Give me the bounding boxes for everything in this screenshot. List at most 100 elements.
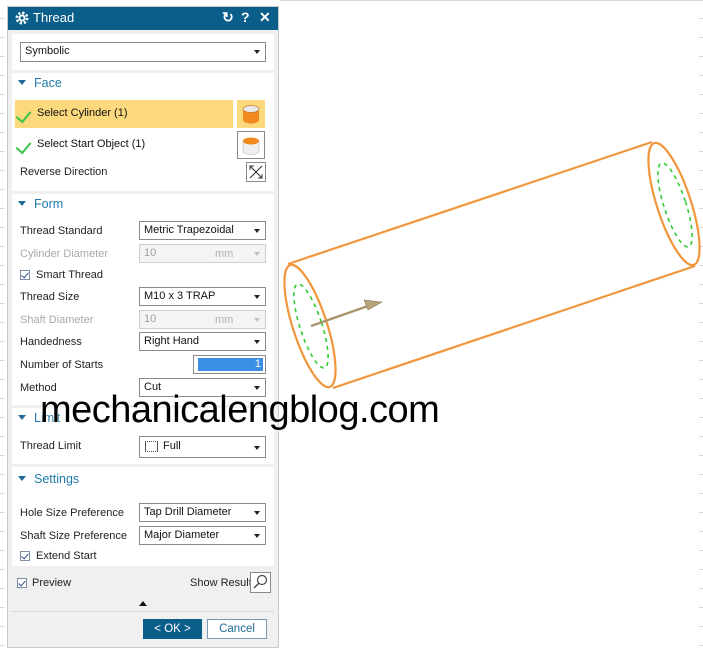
face-section: Face Select Cylinder (1) Select Start Ob… — [12, 73, 274, 191]
thread-size-select[interactable]: M10 x 3 TRAP — [139, 287, 266, 306]
ruler-tick — [0, 607, 4, 608]
chevron-down-icon — [254, 50, 260, 54]
ruler-tick — [0, 493, 4, 494]
collapse-footer-arrow[interactable] — [139, 601, 147, 606]
thread-limit-label: Thread Limit — [20, 440, 82, 452]
cylinder-diameter-field: 10 mm — [139, 244, 266, 263]
ruler-tick — [0, 569, 4, 570]
ruler-tick — [0, 512, 4, 513]
select-cylinder-row[interactable]: Select Cylinder (1) — [15, 100, 233, 128]
chevron-down-icon — [254, 534, 260, 538]
select-start-object-row[interactable]: Select Start Object (1) — [15, 131, 233, 159]
ruler-tick — [0, 303, 4, 304]
thread-limit-select[interactable]: Full — [139, 436, 266, 458]
cylinder-diameter-label: Cylinder Diameter — [20, 248, 109, 260]
shaft-diameter-label: Shaft Diameter — [20, 314, 94, 326]
thread-standard-select[interactable]: Metric Trapezoidal — [139, 221, 266, 240]
ruler-tick — [0, 645, 4, 646]
chevron-down-icon — [254, 318, 260, 322]
form-section: Form Thread Standard Metric Trapezoidal … — [12, 194, 274, 405]
start-face-icon — [242, 137, 260, 155]
ruler-tick — [0, 208, 4, 209]
left-ruler — [0, 0, 6, 653]
thread-symbol — [293, 162, 693, 369]
collapse-triangle-icon — [18, 415, 26, 421]
dialog-titlebar[interactable]: Thread ↻ ? ✕ — [8, 7, 278, 30]
chevron-down-icon — [254, 340, 260, 344]
ruler-tick — [0, 265, 4, 266]
show-result-button[interactable] — [250, 572, 271, 593]
type-section: Symbolic — [12, 34, 274, 70]
cylinder-face-icon — [242, 105, 260, 124]
settings-section: Settings Hole Size Preference Tap Drill … — [12, 467, 274, 566]
select-start-object-button[interactable] — [237, 131, 265, 159]
ruler-tick — [0, 284, 4, 285]
reverse-direction-button[interactable] — [246, 162, 266, 182]
number-of-starts-label: Number of Starts — [20, 359, 104, 371]
ruler-tick — [0, 94, 4, 95]
collapse-triangle-icon — [18, 476, 26, 482]
chevron-down-icon — [254, 252, 260, 256]
show-result-label: Show Result — [190, 577, 252, 589]
chevron-down-icon — [254, 229, 260, 233]
thread-type-select[interactable]: Symbolic — [20, 42, 266, 62]
extend-start-checkbox[interactable] — [20, 551, 30, 561]
handedness-label: Handedness — [20, 336, 82, 348]
reset-icon[interactable]: ↻ — [222, 9, 234, 26]
cylinder-bottom-edge — [332, 264, 696, 390]
ruler-tick — [0, 113, 4, 114]
shaft-size-preference-select[interactable]: Major Diameter — [139, 526, 266, 545]
cylinder-body[interactable] — [280, 138, 703, 392]
preview-checkbox[interactable] — [17, 578, 27, 588]
ruler-tick — [0, 360, 4, 361]
number-of-starts-value: 1 — [198, 358, 263, 371]
ok-button[interactable]: < OK > — [143, 619, 202, 639]
collapse-triangle-icon — [18, 201, 26, 207]
dialog-title: Thread — [33, 10, 75, 25]
ruler-tick — [0, 531, 4, 532]
magnifier-icon — [253, 574, 268, 589]
shaft-diameter-field: 10 mm — [139, 310, 266, 329]
ruler-tick — [0, 474, 4, 475]
direction-vector-arrow[interactable] — [310, 299, 383, 328]
ruler-tick — [0, 37, 4, 38]
handedness-select[interactable]: Right Hand — [139, 332, 266, 351]
face-section-header[interactable]: Face — [18, 76, 62, 90]
form-section-header[interactable]: Form — [18, 197, 63, 211]
smart-thread-checkbox[interactable] — [20, 270, 30, 280]
ruler-tick — [0, 436, 4, 437]
ruler-tick — [0, 379, 4, 380]
ruler-tick — [0, 417, 4, 418]
ruler-tick — [0, 227, 4, 228]
ruler-tick — [0, 189, 4, 190]
collapse-triangle-icon — [18, 80, 26, 86]
thread-size-label: Thread Size — [20, 291, 80, 303]
cancel-button[interactable]: Cancel — [207, 619, 267, 639]
footer-divider — [12, 611, 274, 612]
number-of-starts-input[interactable]: 1 — [193, 355, 266, 374]
thread-standard-label: Thread Standard — [20, 225, 103, 237]
thread-dialog: Thread ↻ ? ✕ Symbolic Face Select Cylind… — [7, 6, 279, 648]
cylinder-top-edge — [287, 140, 653, 266]
ruler-tick — [0, 341, 4, 342]
preview-label: Preview — [32, 577, 72, 589]
ruler-tick — [0, 455, 4, 456]
select-cylinder-button[interactable] — [237, 100, 265, 128]
hole-size-preference-select[interactable]: Tap Drill Diameter — [139, 503, 266, 522]
graphics-viewport[interactable] — [280, 0, 703, 653]
checkmark-icon — [15, 106, 32, 124]
ruler-tick — [0, 18, 4, 19]
reverse-direction-label: Reverse Direction — [20, 166, 108, 178]
ruler-tick — [0, 588, 4, 589]
gear-icon — [15, 11, 29, 25]
close-icon[interactable]: ✕ — [259, 9, 271, 26]
watermark-text: mechanicalengblog.com — [40, 389, 440, 431]
ruler-tick — [0, 246, 4, 247]
ruler-tick — [0, 170, 4, 171]
ruler-tick — [0, 398, 4, 399]
help-icon[interactable]: ? — [241, 9, 250, 25]
cylinder-end-face[interactable] — [638, 138, 703, 270]
settings-section-header[interactable]: Settings — [18, 472, 79, 486]
hole-size-preference-label: Hole Size Preference — [20, 507, 124, 519]
shaft-size-preference-label: Shaft Size Preference — [20, 530, 128, 542]
